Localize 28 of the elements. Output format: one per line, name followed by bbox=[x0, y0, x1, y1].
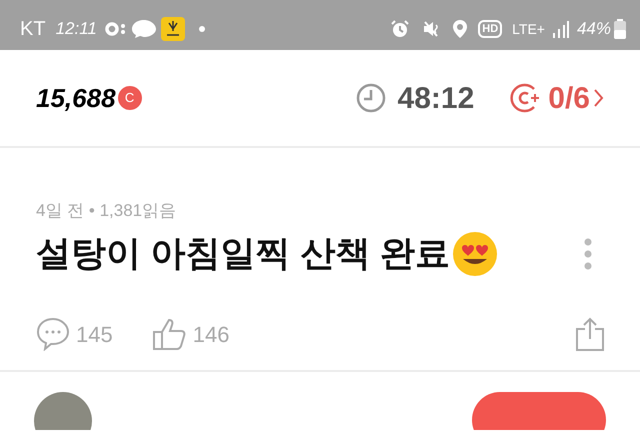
battery-percent: 44% bbox=[576, 18, 611, 40]
carrier-label: KT bbox=[20, 17, 46, 42]
post-title: 설탕이 아침일찍 산책 완료 bbox=[36, 232, 450, 274]
signal-icon bbox=[552, 20, 569, 38]
like-count: 146 bbox=[192, 320, 230, 348]
more-options-icon[interactable] bbox=[584, 238, 592, 270]
dot-icon bbox=[198, 26, 205, 32]
hd-indicator: HD bbox=[478, 20, 502, 38]
heart-eyes-emoji-icon bbox=[452, 230, 498, 277]
post-meta: 4일 전 • 1,381읽음 bbox=[36, 200, 178, 222]
coin-badge: C bbox=[118, 86, 142, 110]
thumbs-up-icon[interactable] bbox=[152, 317, 187, 351]
app-icon bbox=[160, 17, 185, 41]
clock: 12:11 bbox=[56, 18, 97, 40]
mission-progress-link[interactable]: 0/6 bbox=[548, 76, 604, 120]
comment-icon[interactable] bbox=[36, 317, 70, 351]
network-label: LTE+ bbox=[512, 22, 545, 36]
timer: 48:12 bbox=[398, 80, 474, 116]
share-icon[interactable] bbox=[576, 317, 604, 351]
comment-count: 145 bbox=[76, 320, 113, 348]
chat-bubble-icon bbox=[130, 19, 157, 39]
ring-icon bbox=[104, 21, 127, 37]
battery-icon bbox=[614, 19, 626, 39]
alarm-icon bbox=[390, 19, 410, 39]
location-icon bbox=[452, 19, 468, 39]
coin-count: 15,688 bbox=[36, 82, 116, 114]
chevron-right-icon bbox=[594, 89, 604, 107]
clock-icon bbox=[356, 83, 386, 113]
